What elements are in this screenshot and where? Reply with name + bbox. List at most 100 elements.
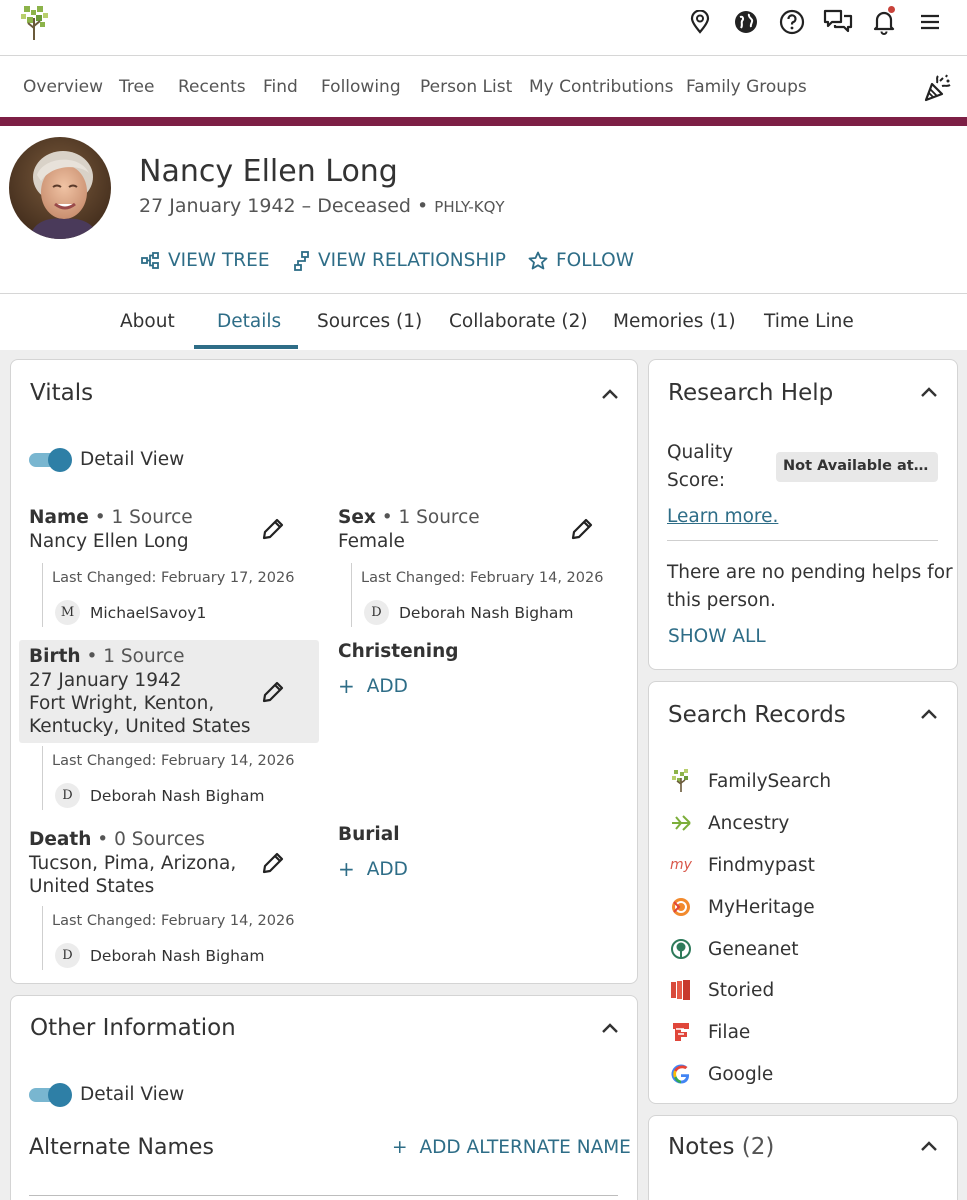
death-place-line2: United States <box>29 876 155 897</box>
sex-last-changed: Last Changed: February 14, 2026 <box>361 570 604 586</box>
follow-button[interactable]: FOLLOW <box>528 250 634 271</box>
search-record-label: Findmypast <box>708 854 815 876</box>
messages-icon[interactable] <box>815 6 861 38</box>
death-source-count[interactable]: • 0 Sources <box>97 829 205 850</box>
help-icon[interactable] <box>769 6 815 38</box>
person-dates: 27 January 1942 – Deceased • PHLY-KQY <box>139 195 505 217</box>
google-icon <box>670 1063 692 1085</box>
nav-my-contributions[interactable]: My Contributions <box>529 77 674 97</box>
contributor-initial: M <box>55 600 80 625</box>
tab-memories[interactable]: Memories (1) <box>613 311 736 332</box>
name-label-text: Name <box>29 507 89 528</box>
sex-history-line <box>351 563 352 627</box>
tab-time-line[interactable]: Time Line <box>764 311 854 332</box>
edit-sex-pencil-icon[interactable] <box>569 516 595 542</box>
familysearch-logo-icon[interactable] <box>18 4 52 42</box>
top-bar <box>0 0 967 56</box>
search-myheritage[interactable]: MyHeritage <box>670 896 815 918</box>
add-burial-label: ADD <box>366 858 408 880</box>
tab-collaborate[interactable]: Collaborate (2) <box>449 311 588 332</box>
edit-death-pencil-icon[interactable] <box>260 850 286 876</box>
name-source-count[interactable]: • 1 Source <box>95 507 193 528</box>
collapse-chevron-icon[interactable] <box>919 707 939 721</box>
death-contributor[interactable]: D Deborah Nash Bigham <box>55 943 265 968</box>
add-christening-label: ADD <box>366 675 408 697</box>
add-alternate-name-label: ADD ALTERNATE NAME <box>419 1137 631 1158</box>
search-record-label: Google <box>708 1063 774 1085</box>
notes-card: Notes (2) <box>648 1115 958 1200</box>
nav-recents[interactable]: Recents <box>178 77 246 97</box>
contributor-name: MichaelSavoy1 <box>90 603 207 622</box>
contributor-name: Deborah Nash Bigham <box>399 603 574 622</box>
research-help-divider <box>667 540 938 541</box>
birth-label-text: Birth <box>29 646 81 667</box>
birth-contributor[interactable]: D Deborah Nash Bigham <box>55 783 265 808</box>
main-nav: Overview Tree Recents Find Following Per… <box>0 57 967 117</box>
birth-source-count[interactable]: • 1 Source <box>86 646 184 667</box>
notification-dot <box>888 6 895 13</box>
nav-overview[interactable]: Overview <box>23 77 103 97</box>
name-history-line <box>42 563 43 627</box>
map-pin-icon[interactable] <box>677 6 723 38</box>
other-info-detail-view-toggle[interactable] <box>29 1083 72 1107</box>
collapse-chevron-icon[interactable] <box>919 1139 939 1153</box>
person-header: Nancy Ellen Long 27 January 1942 – Decea… <box>0 126 967 294</box>
name-last-changed: Last Changed: February 17, 2026 <box>52 570 295 586</box>
birth-label: Birth • 1 Source <box>29 646 184 667</box>
vitals-title: Vitals <box>30 380 94 406</box>
quality-score-label-line1: Quality <box>667 442 734 463</box>
death-last-changed: Last Changed: February 14, 2026 <box>52 913 295 929</box>
learn-more-link[interactable]: Learn more. <box>667 506 778 527</box>
collapse-chevron-icon[interactable] <box>919 385 939 399</box>
search-findmypast[interactable]: my Findmypast <box>670 854 815 876</box>
collapse-chevron-icon[interactable] <box>600 387 620 401</box>
view-tree-label: VIEW TREE <box>168 250 270 271</box>
nav-family-groups[interactable]: Family Groups <box>686 77 807 97</box>
name-contributor[interactable]: M MichaelSavoy1 <box>55 600 206 625</box>
globe-icon[interactable] <box>723 6 769 38</box>
birth-date: 27 January 1942 <box>29 670 182 691</box>
bell-icon[interactable] <box>861 6 907 38</box>
burial-label-text: Burial <box>338 824 400 845</box>
findmypast-icon: my <box>670 854 692 876</box>
celebration-icon[interactable] <box>923 73 953 103</box>
collapse-chevron-icon[interactable] <box>600 1021 620 1035</box>
nav-find[interactable]: Find <box>263 77 298 97</box>
ancestry-leaf-icon <box>670 812 692 834</box>
add-christening-button[interactable]: + ADD <box>338 674 408 698</box>
star-icon <box>528 251 548 270</box>
sex-contributor[interactable]: D Deborah Nash Bigham <box>364 600 574 625</box>
search-google[interactable]: Google <box>670 1063 773 1085</box>
nav-person-list[interactable]: Person List <box>420 77 512 97</box>
search-familysearch[interactable]: FamilySearch <box>670 769 831 792</box>
sex-source-count[interactable]: • 1 Source <box>382 507 480 528</box>
edit-birth-pencil-icon[interactable] <box>260 679 286 705</box>
search-storied[interactable]: Storied <box>670 979 774 1001</box>
vitals-detail-view-toggle[interactable] <box>29 448 72 472</box>
search-filae[interactable]: Filae <box>670 1021 750 1043</box>
geneanet-icon <box>670 938 692 960</box>
plus-icon: + <box>338 674 355 698</box>
edit-name-pencil-icon[interactable] <box>260 516 286 542</box>
nav-tree[interactable]: Tree <box>119 77 154 97</box>
tab-about[interactable]: About <box>120 311 175 332</box>
person-avatar[interactable] <box>9 137 111 239</box>
person-id[interactable]: PHLY-KQY <box>434 198 504 216</box>
tab-details[interactable]: Details <box>217 311 281 332</box>
add-burial-button[interactable]: + ADD <box>338 857 408 881</box>
notes-count: (2) <box>741 1134 775 1160</box>
birth-place-line2: Kentucky, United States <box>29 716 251 737</box>
add-alternate-name-button[interactable]: + ADD ALTERNATE NAME <box>392 1137 631 1158</box>
alternate-names-heading: Alternate Names <box>29 1135 214 1160</box>
search-ancestry[interactable]: Ancestry <box>670 812 789 834</box>
menu-icon[interactable] <box>907 6 953 38</box>
view-relationship-button[interactable]: VIEW RELATIONSHIP <box>293 250 506 271</box>
separator-dot: • <box>417 195 429 217</box>
view-tree-button[interactable]: VIEW TREE <box>141 250 270 271</box>
search-geneanet[interactable]: Geneanet <box>670 938 799 960</box>
show-all-link[interactable]: SHOW ALL <box>668 626 766 647</box>
search-record-label: Geneanet <box>708 938 799 960</box>
sex-label: Sex • 1 Source <box>338 507 480 528</box>
tab-sources[interactable]: Sources (1) <box>317 311 422 332</box>
nav-following[interactable]: Following <box>321 77 401 97</box>
